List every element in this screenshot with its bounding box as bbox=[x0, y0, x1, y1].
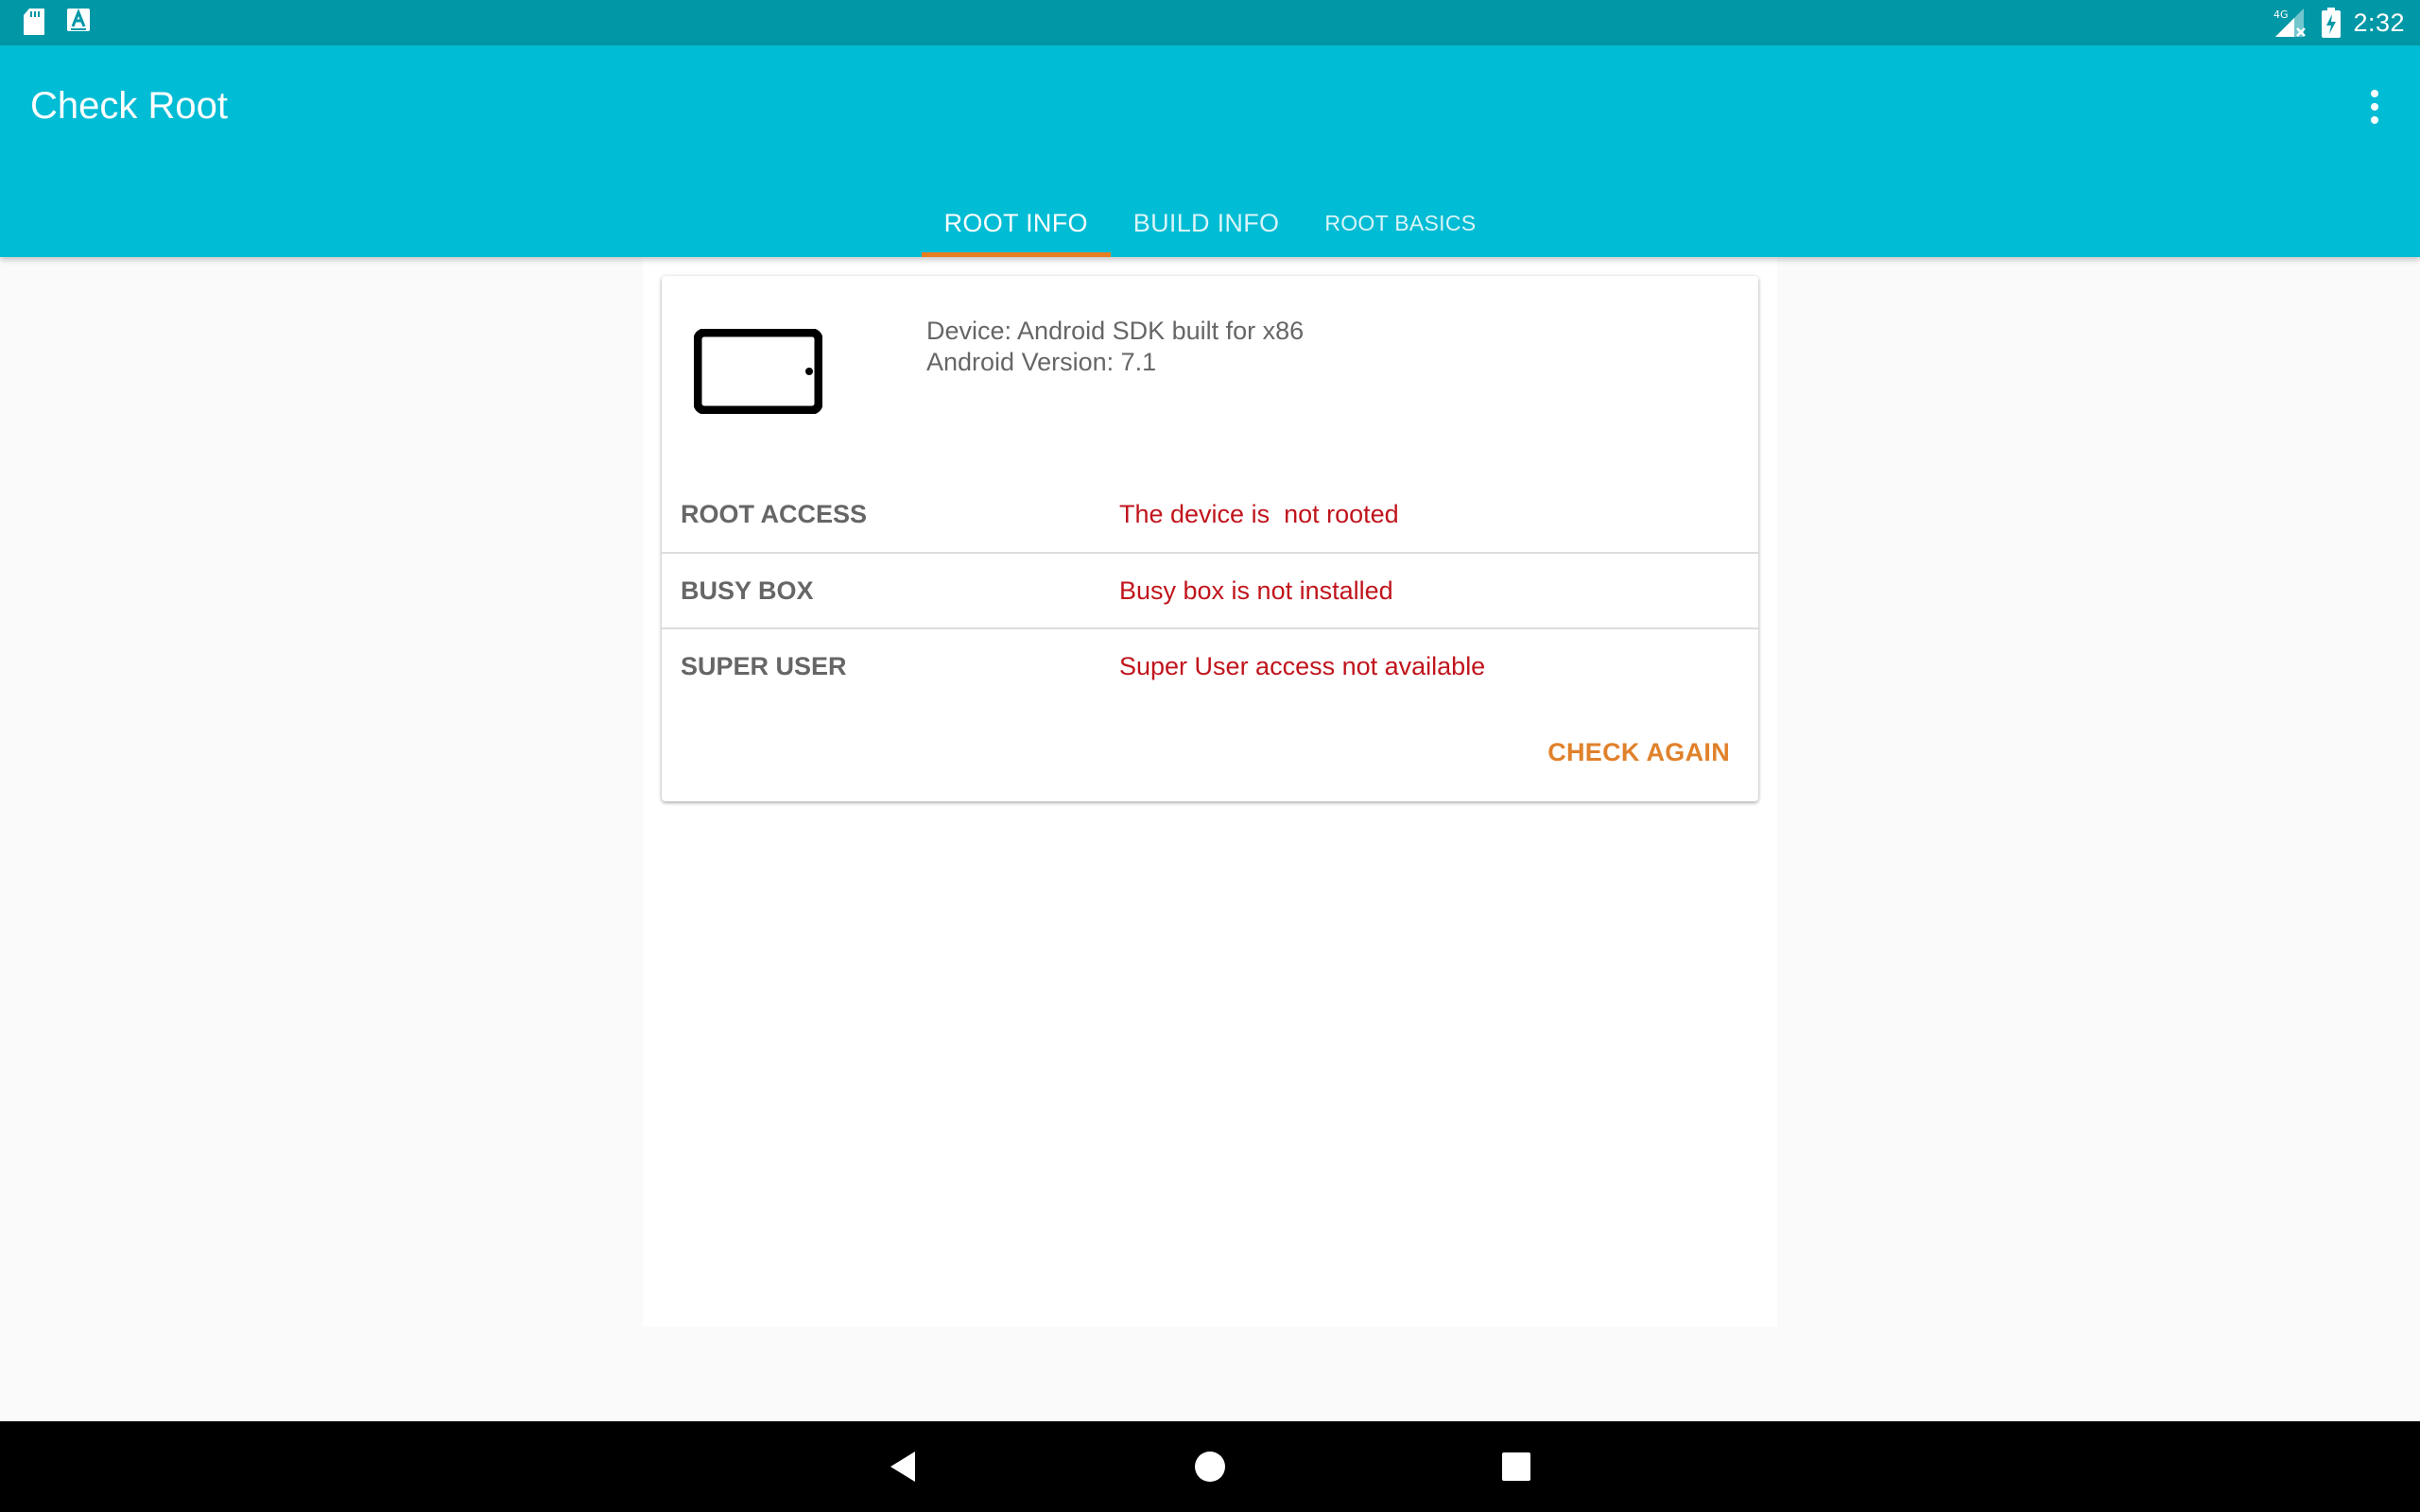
more-vert-icon bbox=[2371, 90, 2378, 97]
row-label: BUSY BOX bbox=[681, 576, 814, 605]
svg-text:4G: 4G bbox=[2273, 9, 2289, 21]
back-icon[interactable] bbox=[881, 1444, 926, 1489]
row-label: SUPER USER bbox=[681, 651, 847, 680]
device-info: Device: Android SDK built for x86 Androi… bbox=[926, 316, 1304, 378]
navigation-bar bbox=[0, 1421, 2420, 1512]
row-value: Super User access not available bbox=[1119, 651, 1486, 680]
status-row-super-user: SUPER USER Super User access not availab… bbox=[662, 627, 1758, 703]
tab-label: ROOT INFO bbox=[943, 208, 1088, 237]
row-value: Busy box is not installed bbox=[1119, 576, 1393, 605]
battery-charging-icon bbox=[2322, 8, 2342, 38]
check-again-button[interactable]: CHECK AGAIN bbox=[1547, 732, 1730, 773]
more-vert-icon-dot bbox=[2371, 103, 2378, 111]
app-title: Check Root bbox=[30, 85, 228, 127]
content-panel: Device: Android SDK built for x86 Androi… bbox=[643, 257, 1777, 1327]
tab-label: ROOT BASICS bbox=[1324, 210, 1477, 235]
status-rows: ROOT ACCESS The device is not rooted BUS… bbox=[662, 476, 1758, 703]
sd-card-icon bbox=[24, 9, 44, 35]
status-bar: 4G 2:32 bbox=[0, 0, 2420, 45]
root-info-card: Device: Android SDK built for x86 Androi… bbox=[662, 276, 1758, 801]
status-row-root-access: ROOT ACCESS The device is not rooted bbox=[662, 476, 1758, 552]
app-bar: Check Root ROOT INFO BUILD INFO ROOT BAS… bbox=[0, 45, 2420, 257]
status-clock: 2:32 bbox=[2353, 8, 2405, 37]
recent-apps-icon[interactable] bbox=[1494, 1444, 1539, 1489]
tablet-icon bbox=[694, 329, 822, 414]
tab-build-info[interactable]: BUILD INFO bbox=[1111, 189, 1303, 257]
text-notification-icon bbox=[67, 8, 90, 31]
status-row-busy-box: BUSY BOX Busy box is not installed bbox=[662, 552, 1758, 627]
tab-label: BUILD INFO bbox=[1132, 208, 1280, 237]
signal-icon: 4G bbox=[2273, 9, 2307, 37]
more-options-button[interactable] bbox=[2358, 83, 2392, 130]
home-icon[interactable] bbox=[1187, 1444, 1233, 1489]
more-vert-icon-dot bbox=[2371, 116, 2378, 124]
device-name: Device: Android SDK built for x86 bbox=[926, 317, 1305, 345]
tab-root-info[interactable]: ROOT INFO bbox=[921, 189, 1112, 257]
row-label: ROOT ACCESS bbox=[681, 499, 868, 528]
tab-root-basics[interactable]: ROOT BASICS bbox=[1302, 189, 1498, 257]
row-value: The device is not rooted bbox=[1119, 499, 1399, 528]
android-version: Android Version: 7.1 bbox=[926, 348, 1157, 376]
tab-bar: ROOT INFO BUILD INFO ROOT BASICS bbox=[0, 189, 2420, 257]
